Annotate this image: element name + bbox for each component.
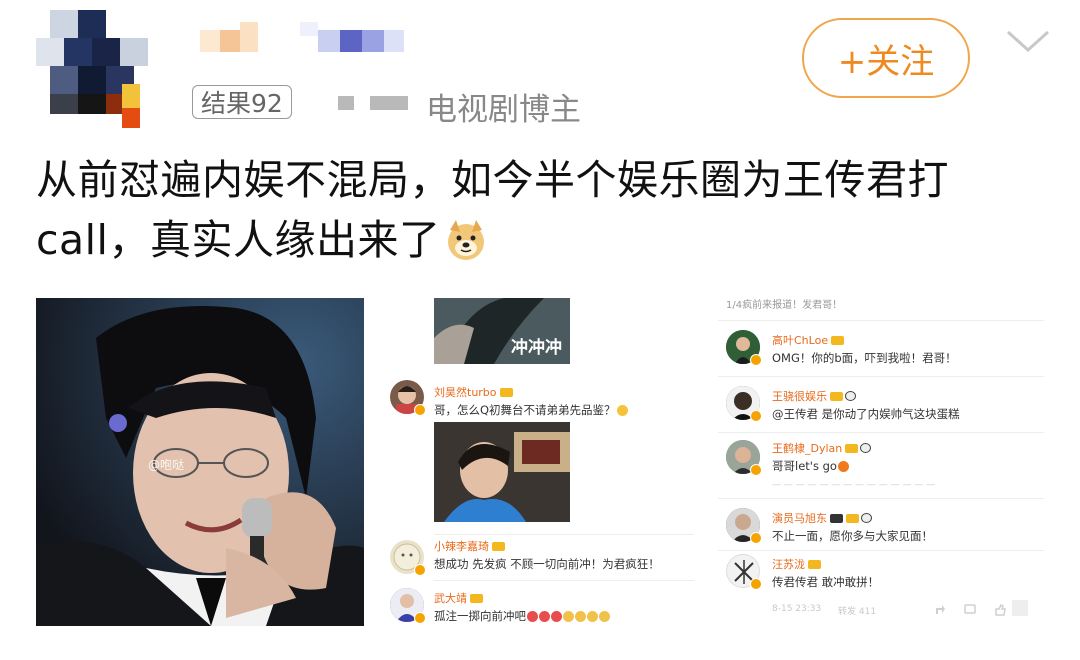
crown-icon xyxy=(470,594,483,603)
comment-author[interactable]: 王鹤棣_Dylan xyxy=(772,440,872,456)
crown-icon xyxy=(808,560,821,569)
comment-photo-art xyxy=(434,422,570,522)
comment-author[interactable]: 武大靖 xyxy=(434,590,483,606)
faint-meta: — — — — — — — — — — — — — — xyxy=(772,480,936,490)
comment-author[interactable]: 王骁很娱乐 xyxy=(772,388,856,404)
follow-button-label: +关注 xyxy=(837,41,935,82)
comment-author[interactable]: 汪苏泷 xyxy=(772,556,821,572)
post-body: 从前怼遍内娱不混局，如今半个娱乐圈为王传君打call，真实人缘出来了 xyxy=(36,150,1046,270)
post-image-2[interactable]: 冲冲冲 刘昊然turbo 哥，怎么Q初舞台不请弟弟先品鉴？ 小辣李嘉琦 想成功 … xyxy=(378,298,704,626)
emoji-icon xyxy=(587,611,598,622)
chevron-down-icon[interactable] xyxy=(1004,26,1052,56)
comment-footer-time: 8-15 23:33 xyxy=(772,604,822,614)
crown-icon xyxy=(492,542,505,551)
fire-emoji-icon xyxy=(837,461,849,472)
comment-text: 想成功 先发疯 不顾一切向前冲！为君疯狂！ xyxy=(434,557,660,571)
result-badge: 结果92 xyxy=(192,85,292,119)
like-icon[interactable] xyxy=(994,604,1006,616)
panda-icon xyxy=(860,443,872,453)
verified-badge-icon xyxy=(414,612,426,624)
comment-icon[interactable] xyxy=(964,604,976,616)
crown-icon xyxy=(830,392,843,401)
comment-text: OMG！你的b面，吓到我啦！君哥！ xyxy=(772,351,957,365)
forward-icon[interactable] xyxy=(934,604,946,616)
emoji-icon xyxy=(563,611,574,622)
panda-icon xyxy=(861,513,872,523)
comment-footer-forward: 转发 411 xyxy=(838,607,877,617)
follow-button[interactable]: +关注 xyxy=(802,18,970,98)
video-caption: 冲冲冲 xyxy=(511,338,562,358)
emoji-icon xyxy=(616,405,628,416)
emoji-icon xyxy=(551,611,562,622)
performer-photo xyxy=(36,298,364,626)
comment-author[interactable]: 小辣李嘉琦 xyxy=(434,538,505,554)
image-watermark: @咆哒 xyxy=(148,458,185,472)
meta-blurred xyxy=(338,96,408,110)
verified-badge-icon xyxy=(750,532,762,544)
doge-emoji-icon xyxy=(448,220,485,260)
verified-badge-icon xyxy=(750,354,762,366)
crown-icon xyxy=(846,514,859,523)
more-icon[interactable] xyxy=(1012,600,1028,616)
faint-comment: 1/4疯前来报道！发君哥！ xyxy=(726,300,843,311)
post-text: 从前怼遍内娱不混局，如今半个娱乐圈为王传君打call，真实人缘出来了 xyxy=(36,156,949,264)
verified-badge-icon xyxy=(750,410,762,422)
post-image-3[interactable]: 1/4疯前来报道！发君哥！ 高叶ChLoe OMG！你的b面，吓到我啦！君哥！ … xyxy=(718,298,1044,626)
comment-author[interactable]: 高叶ChLoe xyxy=(772,332,845,348)
user-avatar[interactable] xyxy=(36,10,154,128)
comment-text: 传君传君 敢冲敢拼！ xyxy=(772,575,880,589)
comment-text: 哥，怎么Q初舞台不请弟弟先品鉴？ xyxy=(434,402,628,418)
comment-text: 孤注一掷向前冲吧 xyxy=(434,608,610,624)
comment-text: 哥哥let's go xyxy=(772,458,849,474)
panda-icon xyxy=(845,391,856,401)
post-image-1[interactable]: @咆哒 xyxy=(36,298,364,626)
comment-photo[interactable] xyxy=(434,422,570,522)
verified-badge-icon xyxy=(414,404,426,416)
emoji-icon xyxy=(575,611,586,622)
comment-author[interactable]: 演员马旭东 xyxy=(772,510,872,526)
crown-icon xyxy=(830,514,843,523)
emoji-icon xyxy=(599,611,610,622)
crown-icon xyxy=(845,444,859,453)
user-category: 电视剧博主 xyxy=(426,92,581,128)
comment-author[interactable]: 刘昊然turbo xyxy=(434,384,513,400)
crown-icon xyxy=(831,336,845,345)
emoji-icon xyxy=(539,611,550,622)
video-thumbnail[interactable]: 冲冲冲 xyxy=(434,298,570,364)
username-blurred[interactable] xyxy=(200,22,410,62)
verified-badge-icon xyxy=(750,578,762,590)
result-badge-label: 结果92 xyxy=(201,89,283,118)
comment-text: 不止一面，愿你多与大家见面！ xyxy=(772,529,933,543)
comment-text: @王传君 是你动了内娱帅气这块蛋糕 xyxy=(772,407,960,421)
crown-icon xyxy=(499,388,513,397)
emoji-icon xyxy=(527,611,538,622)
verified-badge-icon xyxy=(750,464,762,476)
verified-badge-icon xyxy=(414,564,426,576)
